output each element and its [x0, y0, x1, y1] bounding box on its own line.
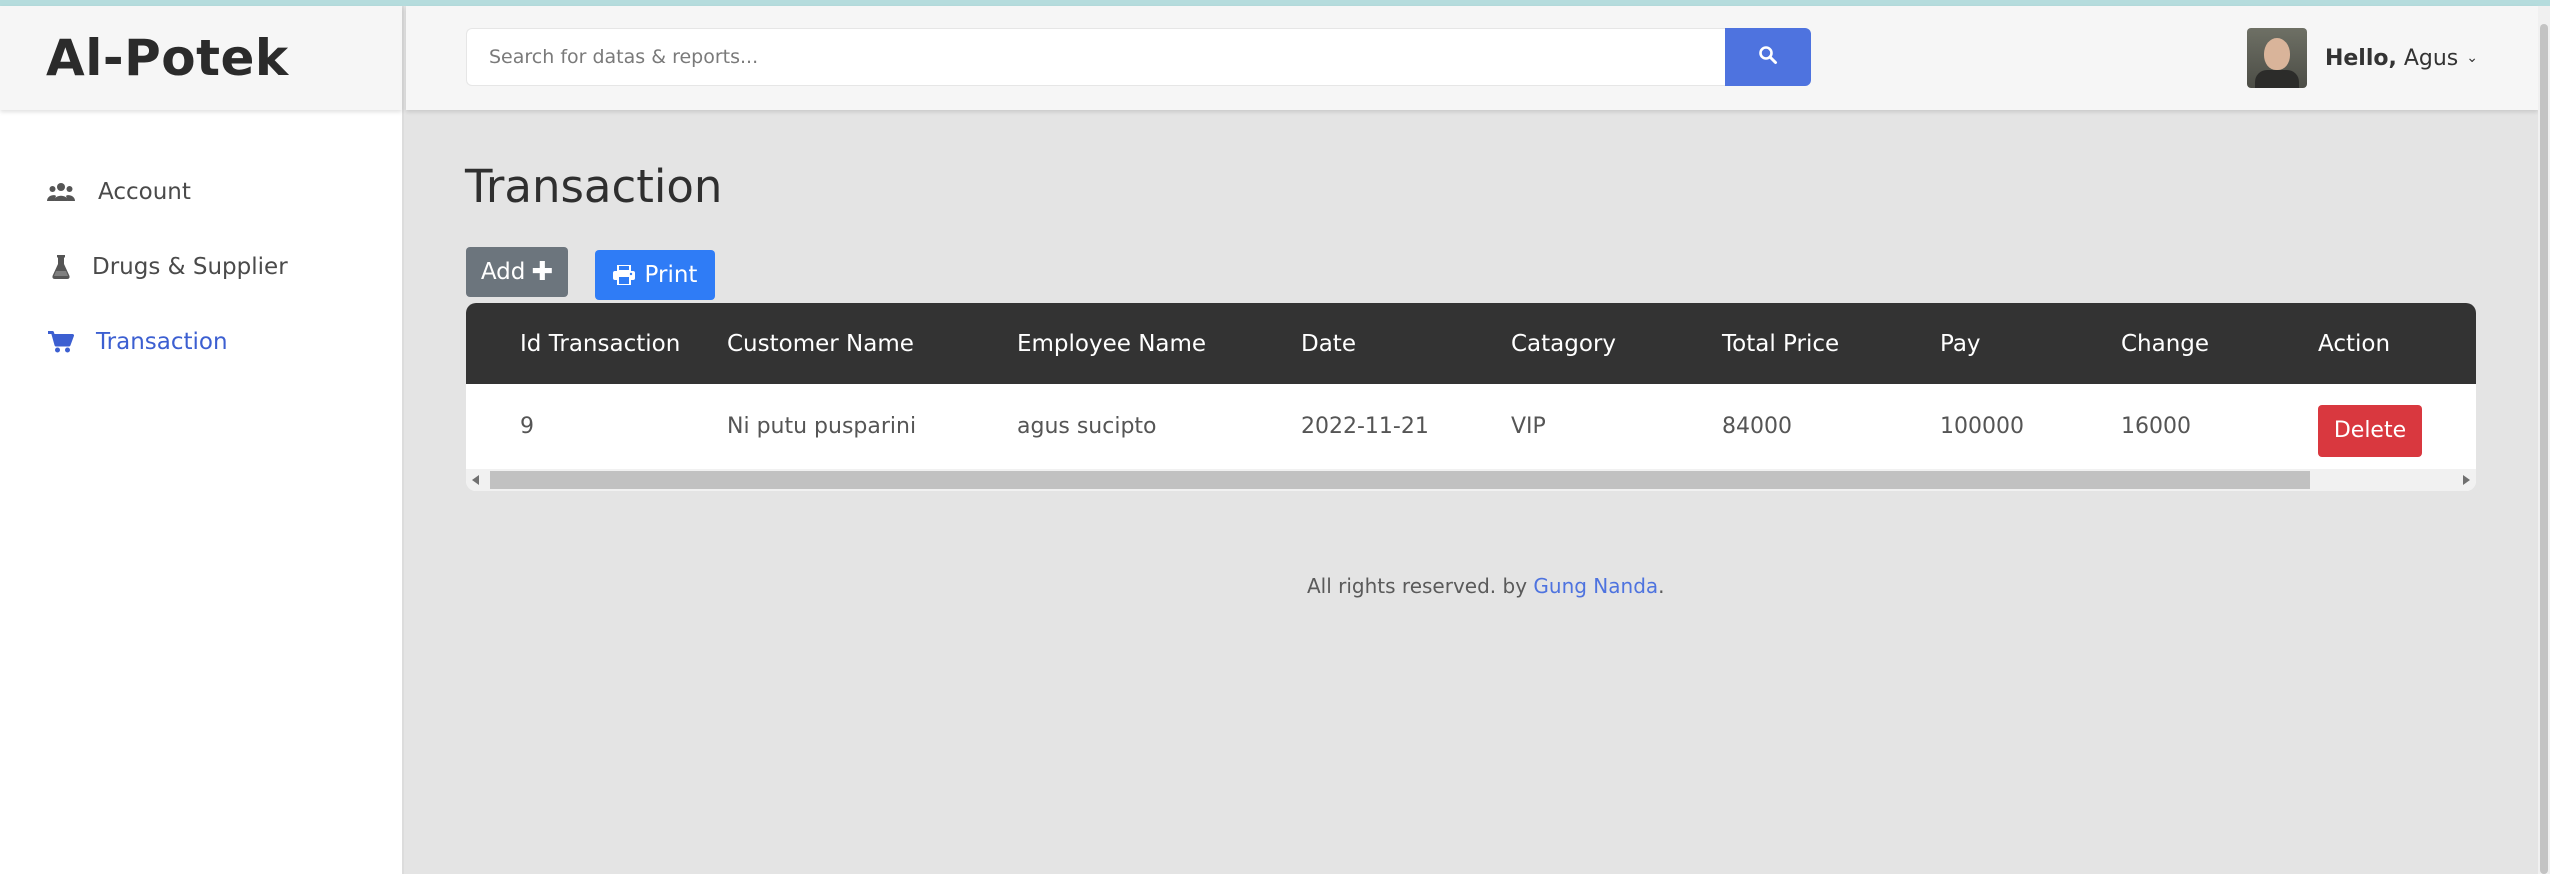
footer-author-link[interactable]: Gung Nanda: [1533, 574, 1658, 598]
print-button-label: Print: [644, 262, 698, 288]
footer-suffix: .: [1658, 574, 1665, 598]
delete-button[interactable]: Delete: [2318, 404, 2422, 457]
scrollbar-thumb[interactable]: [490, 471, 2310, 489]
printer-icon: [612, 265, 635, 285]
column-header[interactable]: Employee Name: [1017, 331, 1301, 357]
flask-icon: [46, 252, 76, 282]
user-menu[interactable]: Hello, Agus ⌄: [2246, 28, 2478, 88]
sidebar-item-transaction[interactable]: Transaction: [0, 304, 402, 379]
footer-text: All rights reserved. by: [1307, 574, 1534, 598]
cell-pay: 100000: [1940, 414, 2024, 439]
users-icon: [46, 177, 76, 207]
column-header[interactable]: Action: [2318, 331, 2468, 357]
brand-name: Al-Potek: [46, 29, 289, 87]
sidebar-item-drugs-supplier[interactable]: Drugs & Supplier: [0, 229, 402, 304]
table-header-row: Id Transaction Customer Name Employee Na…: [466, 303, 2476, 384]
search-bar: [466, 28, 1811, 86]
table-horizontal-scrollbar[interactable]: [466, 469, 2476, 491]
column-header[interactable]: Change: [2121, 331, 2318, 357]
cart-icon: [46, 327, 76, 357]
sidebar: Al-Potek Account Drugs & Supplier Transa…: [0, 6, 404, 874]
sidebar-item-label: Drugs & Supplier: [92, 253, 288, 280]
sidebar-item-account[interactable]: Account: [0, 154, 402, 229]
user-greeting: Hello, Agus: [2324, 45, 2459, 71]
cell-customer: Ni putu pusparini: [727, 414, 917, 439]
column-header[interactable]: Pay: [1940, 331, 2121, 357]
cell-date: 2022-11-21: [1301, 414, 1429, 439]
column-header[interactable]: Date: [1301, 331, 1511, 357]
scroll-right-icon[interactable]: [2463, 475, 2470, 485]
brand[interactable]: Al-Potek: [0, 6, 402, 110]
plus-icon: ✚: [531, 257, 554, 287]
search-input[interactable]: [466, 28, 1725, 86]
top-navbar: Hello, Agus ⌄: [406, 6, 2538, 110]
sidebar-menu: Account Drugs & Supplier Transaction: [0, 154, 402, 379]
search-icon: [1758, 45, 1778, 69]
cell-employee: agus sucipto: [1017, 414, 1157, 439]
sidebar-item-label: Transaction: [96, 328, 228, 355]
transaction-table: Id Transaction Customer Name Employee Na…: [466, 303, 2476, 491]
chevron-down-icon: ⌄: [2466, 50, 2478, 66]
cell-total-price: 84000: [1722, 414, 1792, 439]
cell-id: 9: [520, 414, 534, 439]
column-header[interactable]: Id Transaction: [466, 331, 727, 357]
footer: All rights reserved. by Gung Nanda.: [1307, 574, 1665, 598]
scroll-left-icon[interactable]: [472, 475, 479, 485]
add-button-label: Add: [480, 259, 526, 285]
column-header[interactable]: Customer Name: [727, 331, 1017, 357]
print-button[interactable]: Print: [595, 250, 715, 300]
add-button[interactable]: Add ✚: [466, 247, 568, 297]
cell-action: Delete: [2318, 397, 2468, 457]
page-scrollbar[interactable]: [2538, 6, 2550, 874]
sidebar-item-label: Account: [98, 178, 191, 205]
page-title: Transaction: [465, 160, 723, 213]
avatar: [2246, 28, 2307, 88]
cell-category: VIP: [1511, 414, 1546, 439]
column-header[interactable]: Total Price: [1722, 331, 1940, 357]
column-header[interactable]: Catagory: [1511, 331, 1722, 357]
search-button[interactable]: [1725, 28, 1811, 86]
cell-change: 16000: [2121, 414, 2191, 439]
table-row: 9 Ni putu pusparini agus sucipto 2022-11…: [466, 384, 2476, 469]
